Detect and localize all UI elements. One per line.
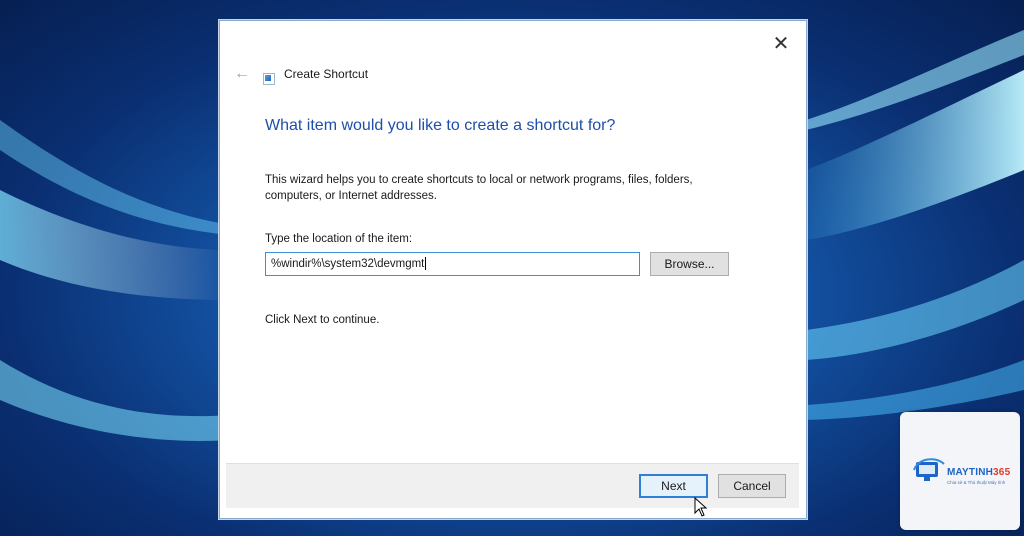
next-button[interactable]: Next — [639, 474, 708, 498]
shortcut-icon — [263, 73, 275, 85]
mouse-cursor-icon — [694, 497, 708, 517]
back-arrow-icon[interactable]: ← — [234, 65, 252, 83]
create-shortcut-dialog: ✕ ← Create Shortcut What item would you … — [219, 20, 807, 519]
brand-name: MAYTINH365 — [947, 467, 1011, 478]
wizard-description: This wizard helps you to create shortcut… — [265, 174, 693, 202]
brand-logo-icon — [913, 458, 945, 481]
wizard-heading: What item would you like to create a sho… — [265, 117, 616, 134]
cancel-button[interactable]: Cancel — [718, 474, 786, 498]
text-caret — [425, 257, 427, 271]
watermark-logo-card: MAYTINH365 Chia sẻ & Thủ thuật Máy tính — [900, 412, 1020, 530]
close-icon[interactable]: ✕ — [770, 33, 792, 55]
dialog-title: Create Shortcut — [284, 67, 369, 81]
location-input-value: %windir%\system32\devmgmt — [271, 258, 425, 270]
location-label: Type the location of the item: — [265, 233, 413, 245]
brand-tagline: Chia sẻ & Thủ thuật Máy tính — [947, 480, 1006, 485]
location-input[interactable]: %windir%\system32\devmgmt — [265, 252, 640, 276]
dialog-footer: Next Cancel — [226, 463, 799, 508]
continue-instruction: Click Next to continue. — [265, 314, 380, 326]
browse-button[interactable]: Browse... — [650, 252, 729, 276]
